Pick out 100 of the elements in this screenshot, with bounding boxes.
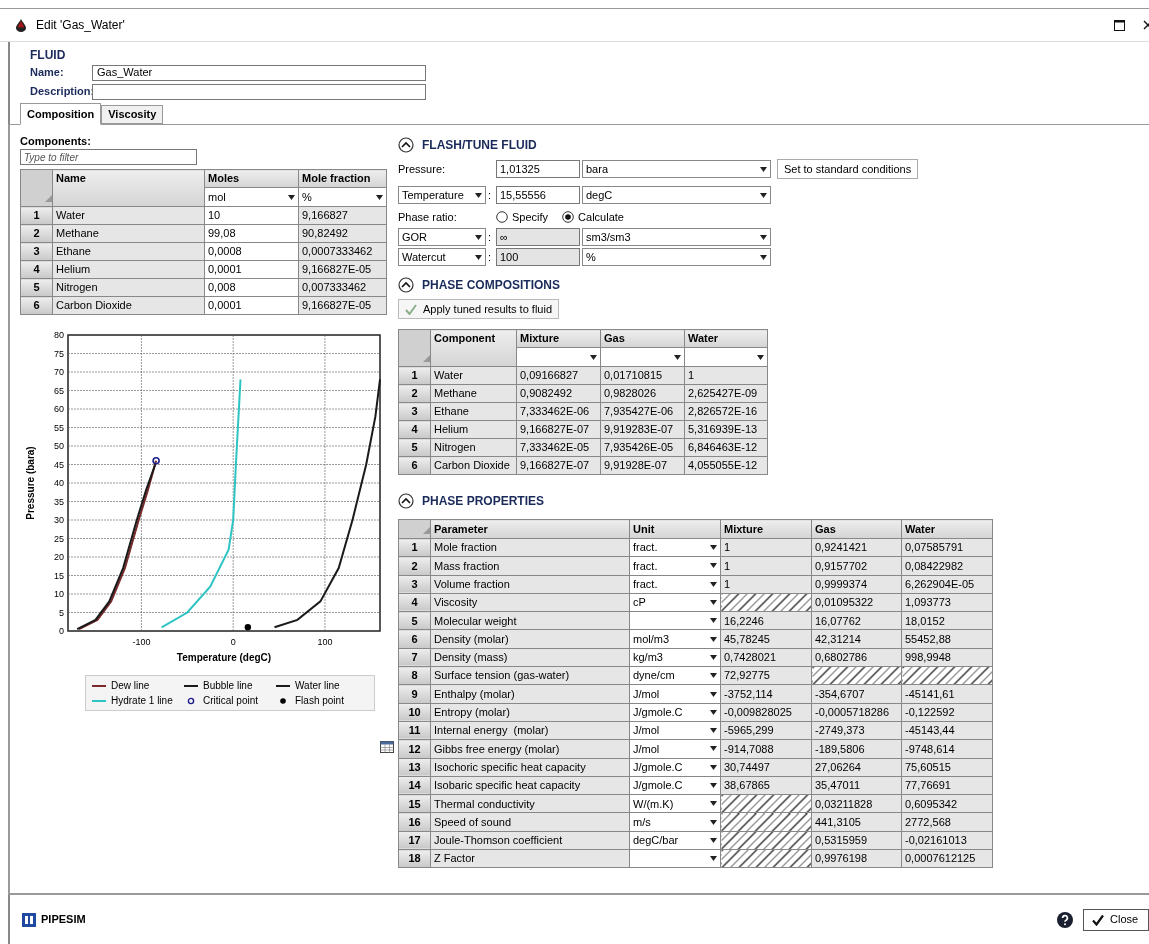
maximize-icon[interactable] <box>1114 19 1125 31</box>
close-button[interactable]: Close <box>1083 908 1149 931</box>
help-icon[interactable] <box>1057 911 1073 928</box>
column-header[interactable]: Mole fraction <box>298 169 387 188</box>
caret-icon <box>376 194 383 200</box>
caret-icon <box>710 600 717 606</box>
brand-name: PIPESIM <box>41 912 86 928</box>
tick-label: 65 <box>54 385 64 396</box>
field-label: Name: <box>30 65 65 81</box>
table-view-icon[interactable] <box>380 741 394 753</box>
filter-field[interactable]: Type to filter <box>20 149 197 165</box>
caret-icon <box>674 354 681 360</box>
dropdown[interactable]: degC <box>582 186 771 204</box>
dropdown[interactable]: Temperature <box>398 186 486 204</box>
legend-label: Dew line <box>111 679 150 693</box>
column-header[interactable]: Unit <box>629 519 721 539</box>
text-field[interactable] <box>92 83 426 100</box>
column-header[interactable]: Moles <box>204 169 299 188</box>
radio-option[interactable]: Specify <box>496 208 549 226</box>
axis-label: Pressure (bara) <box>25 446 36 520</box>
caret-icon <box>710 654 717 660</box>
caret-icon <box>760 234 767 240</box>
logo-icon <box>22 912 36 927</box>
tick-label: -100 <box>132 637 151 647</box>
tick-label: 40 <box>54 478 64 488</box>
collapse-icon[interactable] <box>398 493 414 509</box>
column-header[interactable]: Mixture <box>720 519 812 539</box>
radio-button-icon[interactable] <box>496 211 508 223</box>
caret-icon <box>710 819 717 825</box>
text-field[interactable]: Gas_Water <box>92 64 426 81</box>
collapse-icon[interactable] <box>398 137 414 153</box>
caret-icon <box>710 783 717 788</box>
app-icon <box>14 18 28 32</box>
value-field[interactable]: 1,01325 <box>496 160 580 178</box>
point-marker <box>152 457 160 465</box>
tick-label: 0 <box>230 637 236 647</box>
caret-icon <box>710 709 717 715</box>
column-header[interactable]: Gas <box>811 519 902 539</box>
tick-label: 50 <box>54 441 64 451</box>
tick-label: 15 <box>54 570 64 581</box>
tick-label: 60 <box>54 404 64 414</box>
legend-label: Hydrate 1 line <box>111 694 173 708</box>
tick-label: 30 <box>54 515 64 525</box>
collapse-icon[interactable] <box>398 277 414 293</box>
axis-label: Temperature (degC) <box>176 652 272 663</box>
value-field: ∞ <box>496 228 580 246</box>
checkmark-icon <box>405 303 417 315</box>
standard-conditions-button[interactable]: Set to standard conditions <box>777 159 919 179</box>
separator-text: : <box>488 229 493 245</box>
caret-icon <box>288 194 295 200</box>
caret-icon <box>757 354 764 360</box>
column-header[interactable]: Name <box>52 169 205 207</box>
corner-icon <box>423 526 430 534</box>
close-icon[interactable] <box>1143 20 1149 30</box>
caret-icon <box>710 563 717 569</box>
corner-icon <box>45 194 52 202</box>
dropdown[interactable]: bara <box>582 160 771 178</box>
caret-icon <box>760 166 767 172</box>
radio-button-icon[interactable] <box>562 211 575 223</box>
column-header[interactable]: Component <box>430 329 517 367</box>
column-header[interactable]: Water <box>684 329 768 348</box>
separator-text: : <box>488 187 493 203</box>
column-header[interactable]: Water <box>901 519 993 539</box>
column-header[interactable]: Gas <box>600 329 685 348</box>
column-header[interactable]: Parameter <box>430 519 630 539</box>
caret-icon <box>710 764 717 770</box>
section-heading: FLASH/TUNE FLUID <box>422 137 537 154</box>
legend-label: Water line <box>295 679 340 693</box>
caret-icon <box>710 856 717 862</box>
section-heading: PHASE PROPERTIES <box>422 493 545 510</box>
point-marker <box>244 624 252 631</box>
caret-icon <box>710 636 717 642</box>
tick-label: 5 <box>59 607 64 618</box>
section-heading: PHASE COMPOSITIONS <box>422 277 561 294</box>
tick-label: 75 <box>54 348 64 359</box>
column-header[interactable]: Mixture <box>516 329 601 348</box>
caret-icon <box>710 837 717 843</box>
caret-icon <box>475 234 482 240</box>
tick-label: 0 <box>59 626 64 636</box>
legend-label: Flash point <box>295 694 344 708</box>
value-field[interactable]: 15,55556 <box>496 186 580 204</box>
caret-icon <box>710 673 717 679</box>
value-field: 100 <box>496 248 580 266</box>
tick-label: 35 <box>54 496 64 507</box>
caret-icon <box>710 746 717 752</box>
separator-text: : <box>488 249 493 265</box>
caret-icon <box>475 192 482 198</box>
section-heading: FLUID <box>30 48 67 62</box>
caret-icon <box>710 618 717 624</box>
caret-icon <box>710 581 717 587</box>
tab[interactable]: Viscosity <box>101 105 164 124</box>
field-label: Phase ratio: <box>398 209 458 225</box>
caret-icon <box>710 545 717 551</box>
window-title: Edit 'Gas_Water' <box>36 17 125 34</box>
field-label: Pressure: <box>398 161 447 177</box>
radio-option[interactable]: Calculate <box>562 208 624 226</box>
apply-button[interactable]: Apply tuned results to fluid <box>398 299 560 319</box>
tab[interactable]: Composition <box>20 103 102 125</box>
caret-icon <box>760 254 767 260</box>
legend-label: Bubble line <box>203 679 253 693</box>
